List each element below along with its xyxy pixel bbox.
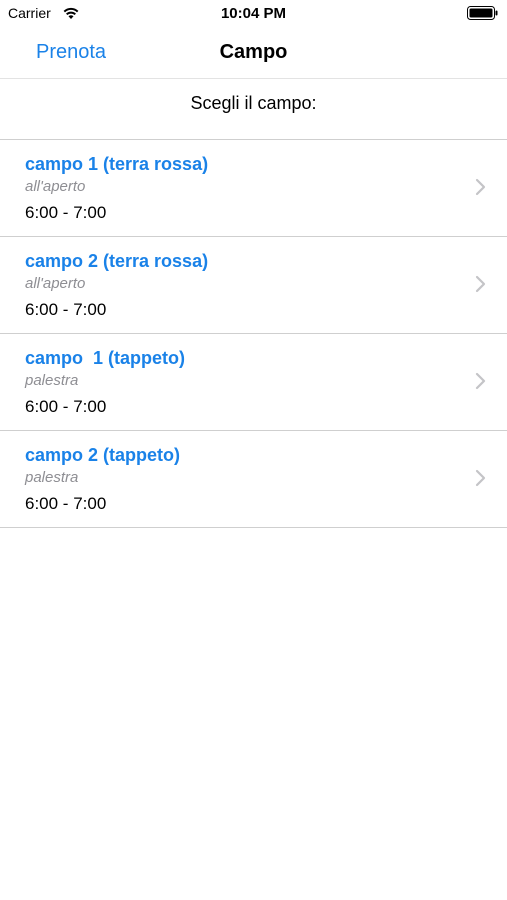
status-bar: Carrier 10:04 PM [0,0,507,28]
court-row-4[interactable]: campo 2 (tappeto) palestra 6:00 - 7:00 [0,431,507,528]
court-row-1[interactable]: campo 1 (terra rossa) all'aperto 6:00 - … [0,140,507,237]
navigation-bar: Prenota Campo [0,28,507,79]
court-name: campo 2 (tappeto) [25,445,181,465]
court-row-3[interactable]: campo 1 (tappeto) palestra 6:00 - 7:00 [0,334,507,431]
chevron-right-icon [475,372,486,390]
court-row-2[interactable]: campo 2 (terra rossa) all'aperto 6:00 - … [0,237,507,334]
chevron-right-icon [475,469,486,487]
chevron-right-icon [475,178,486,196]
court-name: campo 1 (terra rossa) [25,154,209,174]
court-time: 6:00 - 7:00 [25,300,107,319]
court-type: palestra [25,372,79,389]
court-type: palestra [25,469,79,486]
status-time: 10:04 PM [220,5,287,22]
court-name: campo 1 (tappeto) [25,348,186,368]
court-time: 6:00 - 7:00 [25,203,107,222]
battery-icon [467,6,498,20]
court-list: campo 1 (terra rossa) all'aperto 6:00 - … [0,140,507,528]
court-time: 6:00 - 7:00 [25,494,107,513]
court-name: campo 2 (terra rossa) [25,251,209,271]
chevron-right-icon [475,275,486,293]
court-time: 6:00 - 7:00 [25,397,107,416]
court-type: all'aperto [25,178,86,195]
section-header: Scegli il campo: [0,79,507,140]
page-title: Campo [219,41,288,63]
section-header-label: Scegli il campo: [190,93,317,113]
court-type: all'aperto [25,275,86,292]
